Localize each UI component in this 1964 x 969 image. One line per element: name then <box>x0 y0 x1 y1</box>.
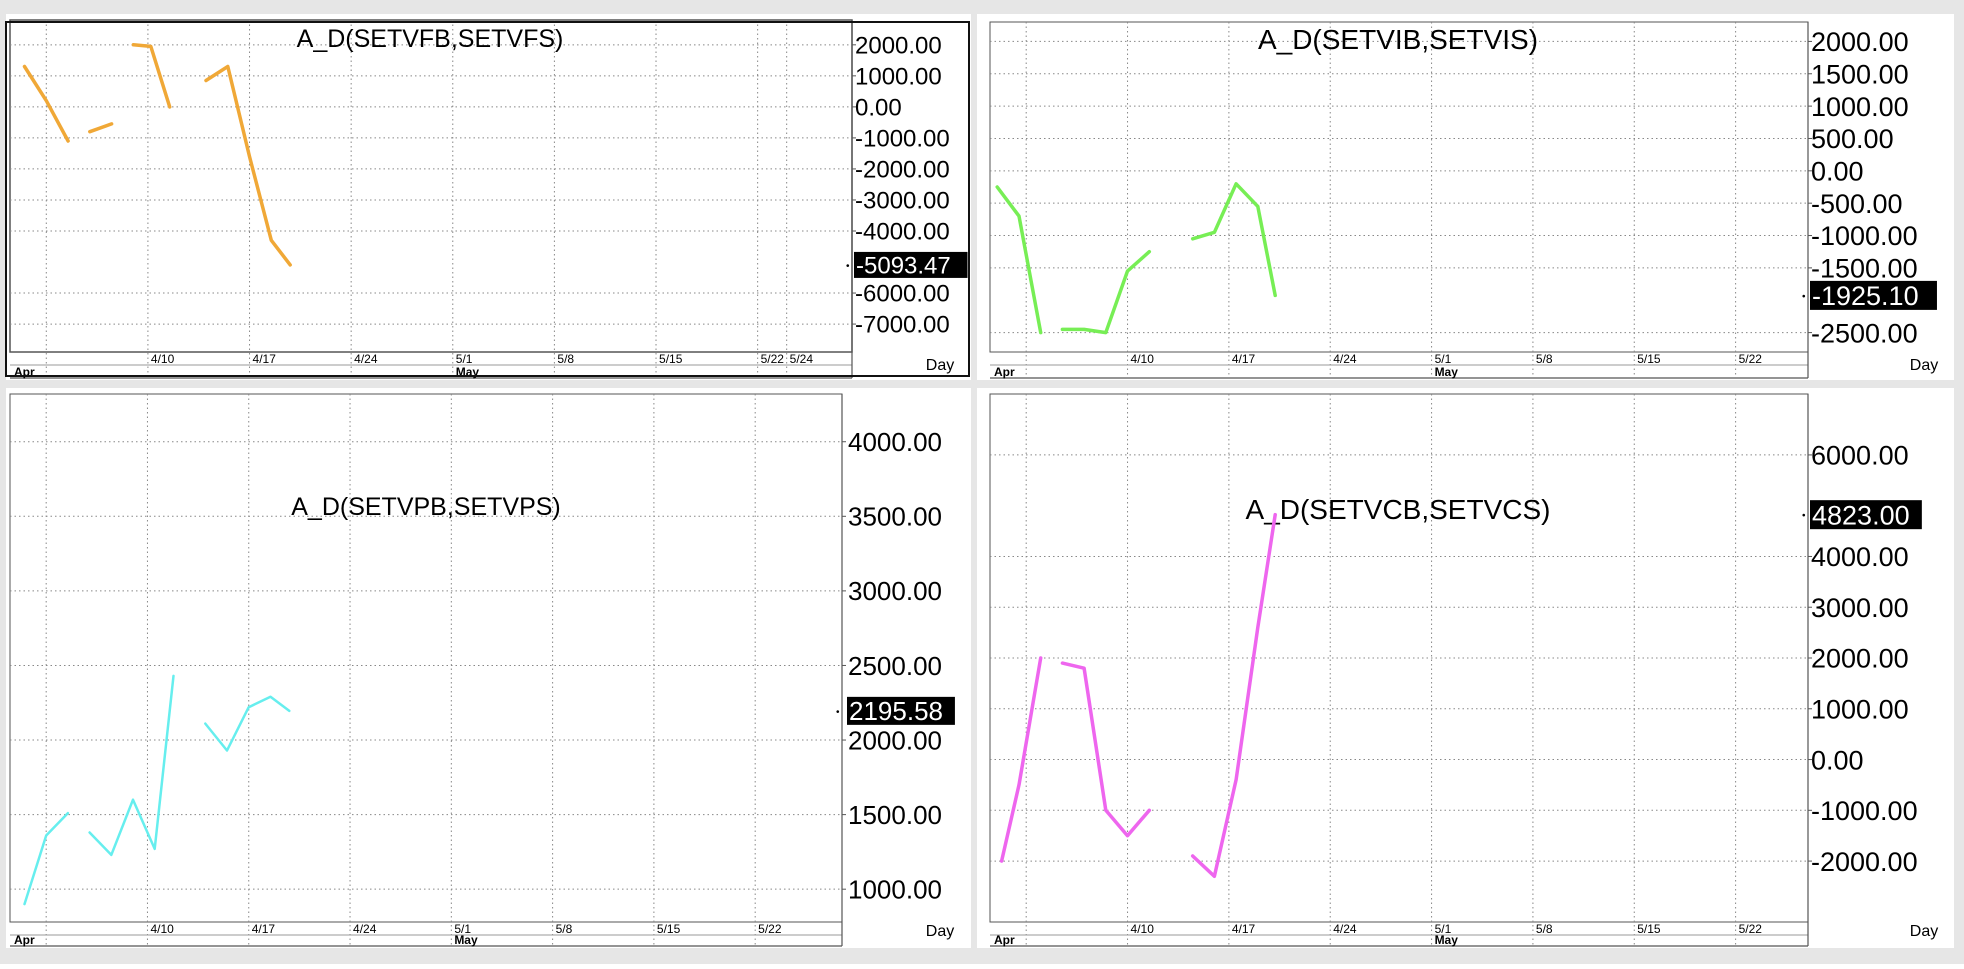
y-tick-label: 0.00 <box>1811 157 1864 187</box>
x-tick-label: 5/8 <box>1536 352 1553 366</box>
y-tick-label: 4000.00 <box>848 427 942 457</box>
y-tick-label: 2000.00 <box>1811 27 1909 57</box>
y-tick-label: 3500.00 <box>848 502 942 532</box>
y-tick-label: -2000.00 <box>1811 847 1918 877</box>
y-tick-label: 1500.00 <box>1811 59 1909 89</box>
y-tick-label: 2000.00 <box>848 725 942 755</box>
last-value-label: -1925.10 <box>1812 281 1919 311</box>
y-tick-label: 6000.00 <box>1811 441 1909 471</box>
y-tick-label: -1500.00 <box>1811 254 1918 284</box>
y-tick-label: 1000.00 <box>1811 694 1909 724</box>
x-tick-label: 4/24 <box>353 922 377 936</box>
y-tick-label: 3000.00 <box>1811 593 1909 623</box>
month-label: Apr <box>994 933 1015 947</box>
chart-panel-2: 4/10 4/17 4/24 5/1 5/8 5/15 5/22 Apr May A_D(SETV… <box>977 14 1954 380</box>
month-label: May <box>1435 933 1459 947</box>
y-tick-label: 1500.00 <box>848 800 942 830</box>
x-axis-label: Day <box>926 357 954 374</box>
chart-panel-1: 4/10 4/17 4/24 5/1 5/8 5/15 5/22 5/24Apr MayA_D(… <box>6 14 971 380</box>
x-tick-label: 4/17 <box>1232 922 1256 936</box>
x-tick-label: 5/8 <box>1536 922 1553 936</box>
y-tick-label: 2000.00 <box>855 32 942 59</box>
y-tick-label: -3000.00 <box>855 188 950 215</box>
month-label: Apr <box>994 365 1015 379</box>
x-axis-label: Day <box>1910 923 1938 940</box>
last-value-marker: • <box>836 707 840 718</box>
panel-background <box>6 388 971 948</box>
x-tick-label: 5/24 <box>790 352 814 366</box>
x-tick-label: 5/8 <box>557 352 574 366</box>
y-tick-label: 1000.00 <box>848 875 942 905</box>
x-tick-label: 4/24 <box>1333 352 1357 366</box>
month-label: Apr <box>14 933 35 947</box>
x-tick-label: 5/1 <box>456 352 473 366</box>
x-tick-label: 5/8 <box>556 922 573 936</box>
x-tick-label: 5/22 <box>758 922 782 936</box>
y-tick-label: 1000.00 <box>855 63 942 90</box>
x-tick-label: 4/10 <box>1131 922 1155 936</box>
y-tick-label: 500.00 <box>1811 124 1894 154</box>
panel-background <box>6 14 971 380</box>
last-value-marker: • <box>846 261 850 272</box>
chart-panel-4: 4/10 4/17 4/24 5/1 5/8 5/15 5/22Apr MayA_D(SETV… <box>977 388 1954 948</box>
chart-grid: 4/10 4/17 4/24 5/1 5/8 5/15 5/22 5/24 Apr May A_D(… <box>5 14 1954 948</box>
y-tick-label: -6000.00 <box>855 281 950 308</box>
x-tick-label: 4/10 <box>1131 352 1155 366</box>
y-tick-label: -1000.00 <box>1811 221 1918 251</box>
chart-panel-3: 4/10 4/17 4/24 5/1 5/8 5/15 5/22Apr MayA_D(SETV… <box>6 388 971 948</box>
chart-title: A_D(SETVIB,SETVIS) <box>1258 24 1538 55</box>
y-tick-label: 3000.00 <box>848 576 942 606</box>
y-tick-label: 2000.00 <box>1811 644 1909 674</box>
x-tick-label: 5/1 <box>1435 352 1452 366</box>
x-tick-label: 5/22 <box>1739 352 1763 366</box>
y-tick-label: 1000.00 <box>1811 92 1909 122</box>
x-axis-label: Day <box>926 923 954 940</box>
y-tick-label: 0.00 <box>855 95 902 122</box>
y-tick-label: -7000.00 <box>855 312 950 339</box>
y-tick-label: 2500.00 <box>848 651 942 681</box>
y-tick-label: 0.00 <box>1811 745 1864 775</box>
chart-title: A_D(SETVPB,SETVPS) <box>291 493 561 521</box>
x-tick-label: 4/10 <box>151 352 175 366</box>
last-value-label: 4823.00 <box>1812 500 1910 530</box>
y-tick-label: -500.00 <box>1811 189 1903 219</box>
x-tick-label: 4/17 <box>1232 352 1256 366</box>
x-tick-label: 5/22 <box>761 352 785 366</box>
last-value-marker: • <box>1802 511 1806 522</box>
x-tick-label: 4/24 <box>1333 922 1357 936</box>
x-tick-label: 4/17 <box>253 352 277 366</box>
chart-title: A_D(SETVCB,SETVCS) <box>1246 494 1551 525</box>
x-tick-label: 5/15 <box>1637 922 1661 936</box>
y-tick-label: -1000.00 <box>1811 796 1918 826</box>
x-tick-label: 4/10 <box>150 922 174 936</box>
y-tick-label: -4000.00 <box>855 219 950 246</box>
last-value-label: 2195.58 <box>849 696 943 726</box>
x-tick-label: 5/15 <box>657 922 681 936</box>
y-tick-label: 4000.00 <box>1811 542 1909 572</box>
y-tick-label: -2000.00 <box>855 157 950 184</box>
y-tick-label: -1000.00 <box>855 126 950 153</box>
chart-window: 4/10 4/17 4/24 5/1 5/8 5/15 5/22 5/24 Apr May A_D(… <box>0 0 1964 964</box>
x-tick-label: 5/15 <box>659 352 683 366</box>
month-label: May <box>454 933 478 947</box>
x-tick-label: 4/17 <box>252 922 276 936</box>
last-value-label: -5093.47 <box>856 253 951 280</box>
chart-title: A_D(SETVFB,SETVFS) <box>297 25 564 53</box>
last-value-marker: • <box>1802 291 1806 302</box>
month-label: May <box>1435 365 1459 379</box>
x-axis-label: Day <box>1910 357 1938 374</box>
x-tick-label: 5/22 <box>1739 922 1763 936</box>
x-tick-label: 5/15 <box>1637 352 1661 366</box>
y-tick-label: -2500.00 <box>1811 318 1918 348</box>
x-tick-label: 4/24 <box>354 352 378 366</box>
